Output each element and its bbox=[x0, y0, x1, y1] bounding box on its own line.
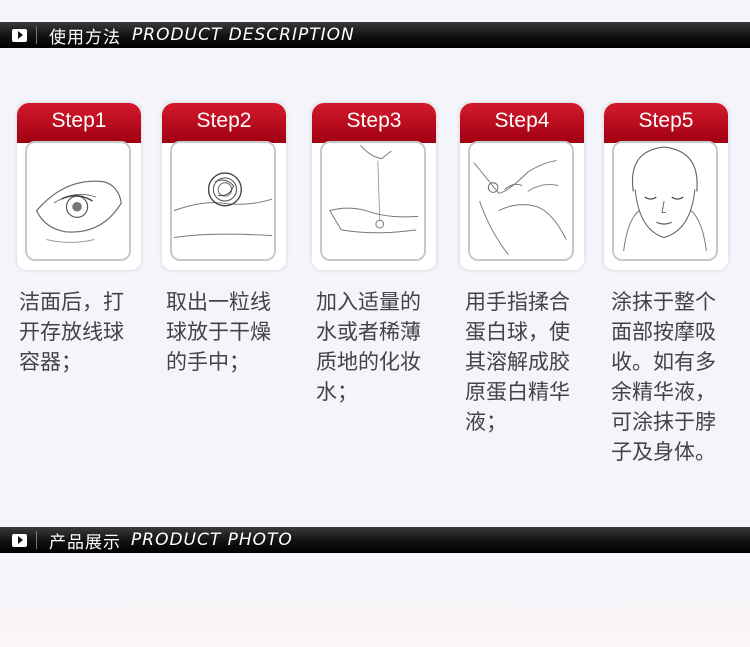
play-arrow-icon bbox=[12, 533, 27, 547]
description-line: 面部按摩吸 bbox=[611, 320, 716, 344]
section-header-description: 使用方法 PRODUCT DESCRIPTION bbox=[0, 22, 750, 48]
description-line: 液； bbox=[465, 410, 507, 434]
section-title-cn: 使用方法 bbox=[49, 27, 121, 48]
step-description-2: 取出一粒线 球放于干燥 的手中； bbox=[166, 287, 294, 377]
description-line: 加入适量的 bbox=[316, 290, 421, 314]
step-card-1: Step1 bbox=[17, 103, 141, 270]
description-line: 用手指揉合 bbox=[465, 290, 570, 314]
description-line: 容器； bbox=[19, 350, 82, 374]
description-line: 水； bbox=[316, 380, 358, 404]
description-line: 可涂抹于脖 bbox=[611, 410, 716, 434]
description-line: 涂抹于整个 bbox=[611, 290, 716, 314]
section-title-en: PRODUCT DESCRIPTION bbox=[132, 25, 355, 45]
section-title-en: PRODUCT PHOTO bbox=[131, 530, 293, 550]
step-card-5: Step5 bbox=[604, 103, 728, 270]
description-line: 其溶解成胶 bbox=[465, 350, 570, 374]
step-description-4: 用手指揉合 蛋白球，使 其溶解成胶 原蛋白精华 液； bbox=[465, 287, 593, 437]
step-description-3: 加入适量的 水或者稀薄 质地的化妆 水； bbox=[316, 287, 444, 407]
thread-ball-illustration-icon bbox=[170, 141, 276, 261]
eye-cleanse-illustration-icon bbox=[25, 141, 131, 261]
description-line: 水或者稀薄 bbox=[316, 320, 421, 344]
header-divider bbox=[36, 531, 37, 549]
description-line: 余精华液， bbox=[611, 380, 716, 404]
face-massage-illustration-icon bbox=[612, 141, 718, 261]
description-line: 子及身体。 bbox=[611, 440, 716, 464]
header-divider bbox=[36, 26, 37, 44]
step-label: Step4 bbox=[460, 103, 584, 143]
description-line: 球放于干燥 bbox=[166, 320, 271, 344]
section-header-photo: 产品展示 PRODUCT PHOTO bbox=[0, 527, 750, 553]
step-card-3: Step3 bbox=[312, 103, 436, 270]
description-line: 开存放线球 bbox=[19, 320, 124, 344]
step-label: Step2 bbox=[162, 103, 286, 143]
pour-toner-illustration-icon bbox=[320, 141, 426, 261]
description-line: 质地的化妆 bbox=[316, 350, 421, 374]
description-line: 蛋白球，使 bbox=[465, 320, 570, 344]
description-line: 收。如有多 bbox=[611, 350, 716, 374]
product-photo-area bbox=[0, 553, 750, 647]
rub-fingers-illustration-icon bbox=[468, 141, 574, 261]
description-line: 原蛋白精华 bbox=[465, 380, 570, 404]
description-line: 的手中； bbox=[166, 350, 250, 374]
step-card-2: Step2 bbox=[162, 103, 286, 270]
description-line: 取出一粒线 bbox=[166, 290, 271, 314]
step-label: Step5 bbox=[604, 103, 728, 143]
step-card-4: Step4 bbox=[460, 103, 584, 270]
step-description-5: 涂抹于整个 面部按摩吸 收。如有多 余精华液， 可涂抹于脖 子及身体。 bbox=[611, 287, 739, 467]
description-line: 洁面后，打 bbox=[19, 290, 124, 314]
section-title-cn: 产品展示 bbox=[49, 532, 121, 553]
step-label: Step3 bbox=[312, 103, 436, 143]
play-arrow-icon bbox=[12, 28, 27, 42]
step-description-1: 洁面后，打 开存放线球 容器； bbox=[19, 287, 147, 377]
step-label: Step1 bbox=[17, 103, 141, 143]
